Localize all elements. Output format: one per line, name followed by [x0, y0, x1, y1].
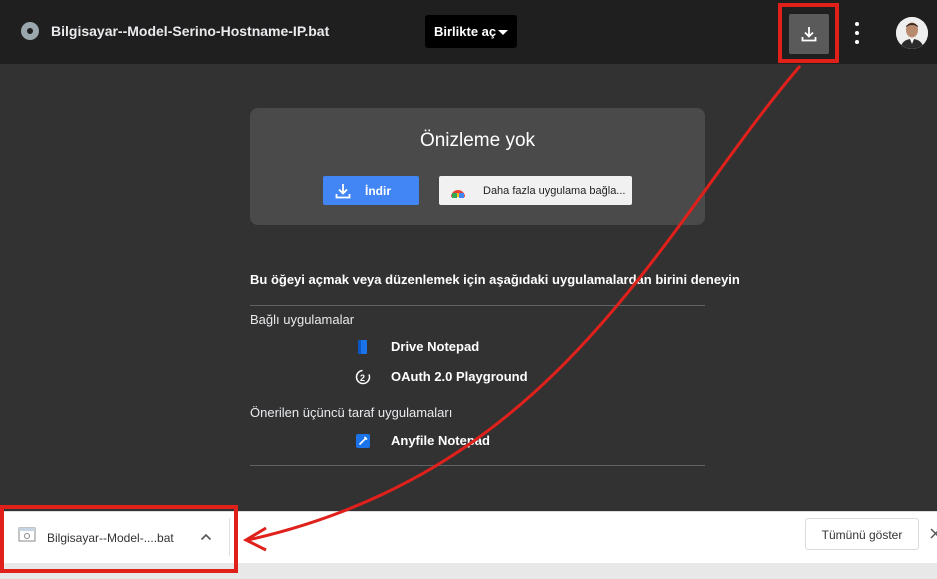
more-vert-icon-dot: [855, 22, 859, 26]
taskbar-strip: [0, 563, 937, 579]
drive-notepad-icon: [358, 340, 367, 354]
user-avatar[interactable]: [896, 17, 928, 49]
download-icon: [801, 27, 817, 42]
download-item-name: Bilgisayar--Model-....bat: [47, 531, 174, 545]
download-button[interactable]: [789, 14, 829, 54]
connect-more-apps-label: Daha fazla uygulama bağla...: [483, 185, 626, 197]
caret-down-icon: [498, 30, 508, 35]
divider: [250, 305, 705, 306]
shelf-separator: [229, 518, 230, 556]
divider: [250, 465, 705, 466]
drive-file-viewer: Bilgisayar--Model-Serino-Hostname-IP.bat…: [0, 0, 937, 511]
file-type-icon: [21, 22, 39, 40]
open-with-label: Birlikte aç: [434, 24, 497, 39]
download-primary-button[interactable]: İndir: [323, 176, 419, 205]
open-with-button[interactable]: Birlikte aç: [425, 15, 517, 48]
no-preview-card: Önizleme yok İndir Daha fazla uygulama b…: [250, 108, 705, 225]
app-name: Anyfile Notepad: [391, 433, 490, 448]
svg-text:2: 2: [360, 373, 365, 383]
app-name: OAuth 2.0 Playground: [391, 369, 528, 384]
anyfile-notepad-icon: [356, 434, 370, 448]
file-title: Bilgisayar--Model-Serino-Hostname-IP.bat: [51, 23, 330, 39]
download-icon: [335, 184, 351, 199]
chevron-up-icon[interactable]: [200, 532, 212, 542]
download-shelf: Bilgisayar--Model-....bat Tümünü göster: [0, 511, 937, 563]
download-primary-label: İndir: [365, 184, 391, 198]
more-options-button[interactable]: [849, 22, 865, 44]
close-shelf-button[interactable]: [928, 526, 937, 542]
file-generic-icon: [18, 527, 36, 542]
viewer-top-bar: Bilgisayar--Model-Serino-Hostname-IP.bat…: [0, 0, 937, 64]
avatar-person-icon: [896, 17, 928, 49]
connected-apps-label: Bağlı uygulamalar: [250, 312, 355, 327]
more-vert-icon-dot: [855, 31, 859, 35]
no-preview-title: Önizleme yok: [419, 130, 536, 151]
more-vert-icon-dot: [855, 40, 859, 44]
show-all-downloads-button[interactable]: Tümünü göster: [805, 518, 919, 550]
connect-more-apps-button[interactable]: Daha fazla uygulama bağla...: [439, 176, 632, 205]
suggested-apps-label: Önerilen üçüncü taraf uygulamaları: [250, 405, 453, 420]
app-name: Drive Notepad: [391, 339, 480, 354]
close-icon: [930, 528, 937, 539]
download-item[interactable]: Bilgisayar--Model-....bat: [10, 518, 228, 556]
oauth-playground-icon: 2: [355, 369, 371, 385]
apps-heading: Bu öğeyi açmak veya düzenlemek için aşağ…: [250, 272, 740, 287]
workspace-marketplace-icon: [451, 190, 465, 198]
